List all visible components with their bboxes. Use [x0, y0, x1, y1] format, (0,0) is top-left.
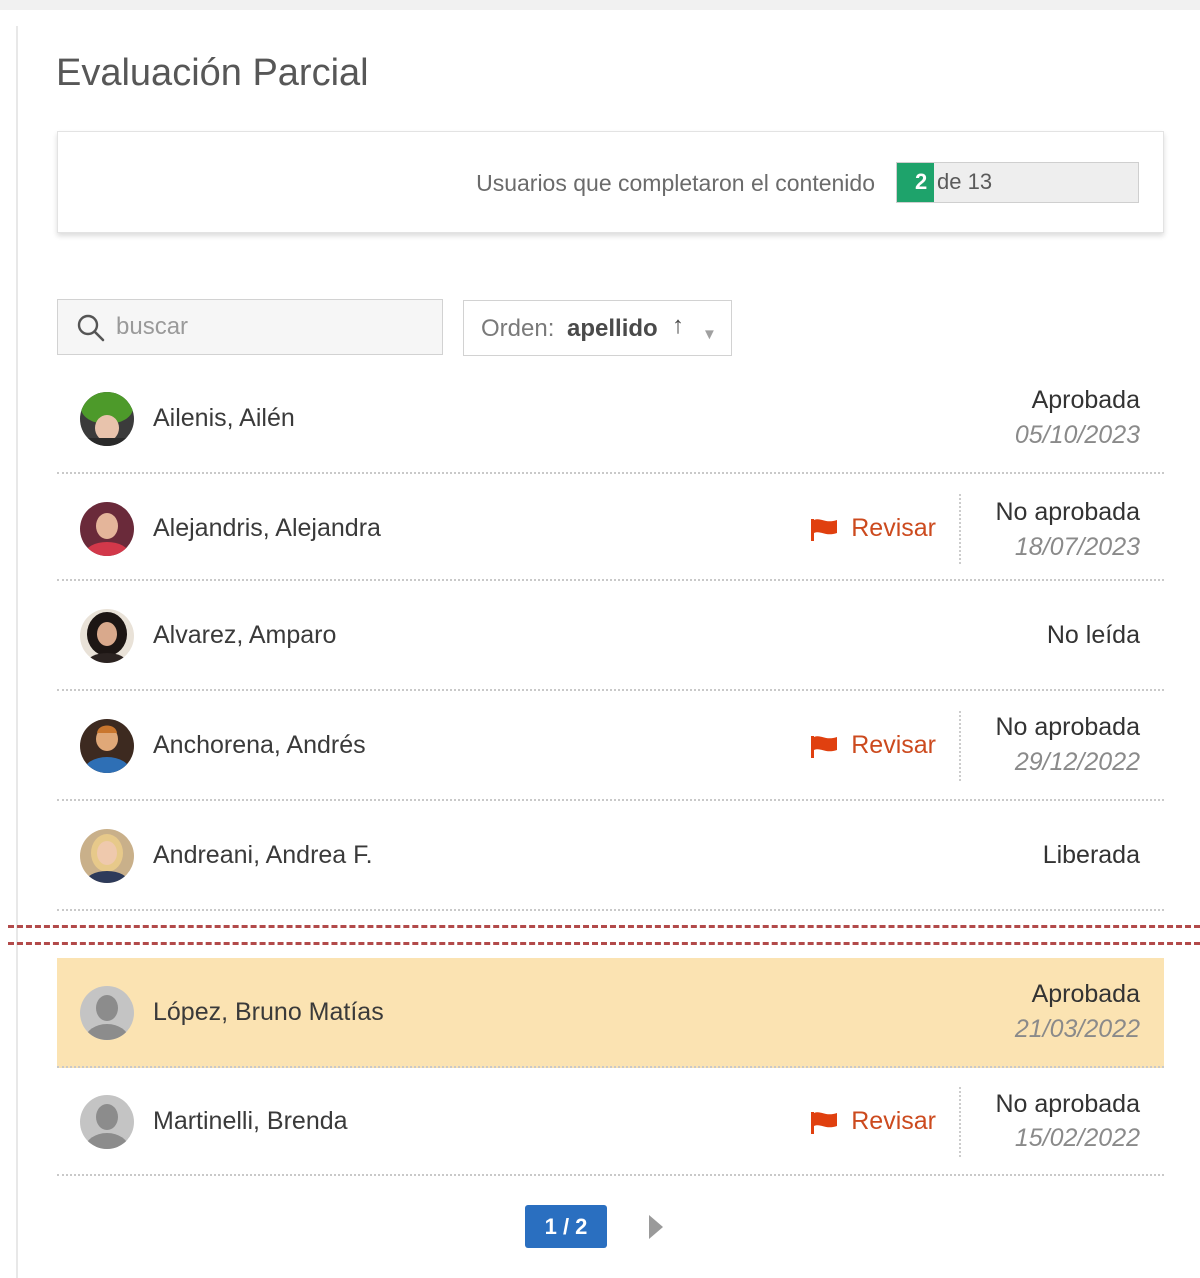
- avatar: [80, 829, 134, 883]
- separator: [959, 494, 961, 564]
- separator: [959, 1087, 961, 1157]
- search-input[interactable]: [116, 300, 436, 354]
- list-item[interactable]: Anchorena, Andrés Revisar No aprobada 29…: [57, 691, 1164, 801]
- status-date: 05/10/2023: [1014, 421, 1140, 449]
- left-rule: [16, 26, 18, 1278]
- avatar: [80, 719, 134, 773]
- completion-progress-bar: 2 de 13: [896, 162, 1139, 203]
- status-label: Aprobada: [1031, 980, 1140, 1008]
- status-date: 21/03/2022: [1014, 1015, 1140, 1043]
- sort-ascending-icon: ↑: [672, 312, 684, 339]
- status-label: No aprobada: [995, 713, 1140, 741]
- status-label: Aprobada: [1031, 386, 1140, 414]
- review-link[interactable]: Revisar: [809, 1107, 936, 1136]
- order-label: Orden:: [481, 315, 555, 342]
- chevron-right-icon[interactable]: [648, 1214, 664, 1240]
- avatar: [80, 502, 134, 556]
- list-item[interactable]: Alvarez, Amparo No leída: [57, 581, 1164, 691]
- status-label: No aprobada: [995, 498, 1140, 526]
- user-name[interactable]: López, Bruno Matías: [153, 998, 384, 1027]
- flag-icon: [811, 735, 838, 758]
- chevron-down-icon: ▼: [702, 326, 717, 343]
- review-link[interactable]: Revisar: [809, 731, 936, 760]
- cut-line: [8, 942, 1200, 945]
- review-label: Revisar: [851, 731, 936, 759]
- user-name[interactable]: Alvarez, Amparo: [153, 621, 336, 650]
- list-item[interactable]: Ailenis, Ailén Aprobada 05/10/2023: [57, 365, 1164, 474]
- status-date: 15/02/2022: [1014, 1124, 1140, 1152]
- search-icon: [77, 314, 105, 342]
- status-date: 18/07/2023: [1014, 533, 1140, 561]
- completion-label: Usuarios que completaron el contenido: [476, 170, 875, 196]
- review-link[interactable]: Revisar: [809, 514, 936, 543]
- status-label: Liberada: [1042, 841, 1140, 869]
- flag-icon: [811, 1111, 838, 1134]
- list-item[interactable]: López, Bruno Matías Aprobada 21/03/2022: [57, 958, 1164, 1068]
- total-count: de 13: [937, 169, 993, 194]
- list-item[interactable]: Alejandris, Alejandra Revisar No aprobad…: [57, 474, 1164, 581]
- status-date: 29/12/2022: [1014, 748, 1140, 776]
- search-box[interactable]: [57, 299, 443, 355]
- avatar: [80, 986, 134, 1040]
- avatar: [80, 609, 134, 663]
- status-label: No leída: [1046, 621, 1140, 649]
- order-select[interactable]: Orden: apellido ↑ ▼: [463, 300, 732, 356]
- user-name[interactable]: Anchorena, Andrés: [153, 731, 366, 760]
- completion-card: Usuarios que completaron el contenido 2 …: [57, 131, 1164, 233]
- user-name[interactable]: Ailenis, Ailén: [153, 404, 295, 433]
- list-item[interactable]: Andreani, Andrea F. Liberada: [57, 801, 1164, 911]
- page-title: Evaluación Parcial: [56, 52, 369, 94]
- page-indicator[interactable]: 1 / 2: [525, 1205, 607, 1248]
- status-label: No aprobada: [995, 1090, 1140, 1118]
- list-item[interactable]: Martinelli, Brenda Revisar No aprobada 1…: [57, 1068, 1164, 1176]
- top-band: [0, 0, 1200, 10]
- flag-icon: [811, 518, 838, 541]
- review-label: Revisar: [851, 1107, 936, 1135]
- cut-line: [8, 925, 1200, 928]
- avatar: [80, 392, 134, 446]
- completed-count: 2: [915, 169, 928, 194]
- user-name[interactable]: Andreani, Andrea F.: [153, 841, 373, 870]
- user-name[interactable]: Martinelli, Brenda: [153, 1107, 348, 1136]
- separator: [959, 711, 961, 781]
- order-value: apellido: [567, 315, 658, 342]
- avatar: [80, 1095, 134, 1149]
- review-label: Revisar: [851, 514, 936, 542]
- user-name[interactable]: Alejandris, Alejandra: [153, 514, 381, 543]
